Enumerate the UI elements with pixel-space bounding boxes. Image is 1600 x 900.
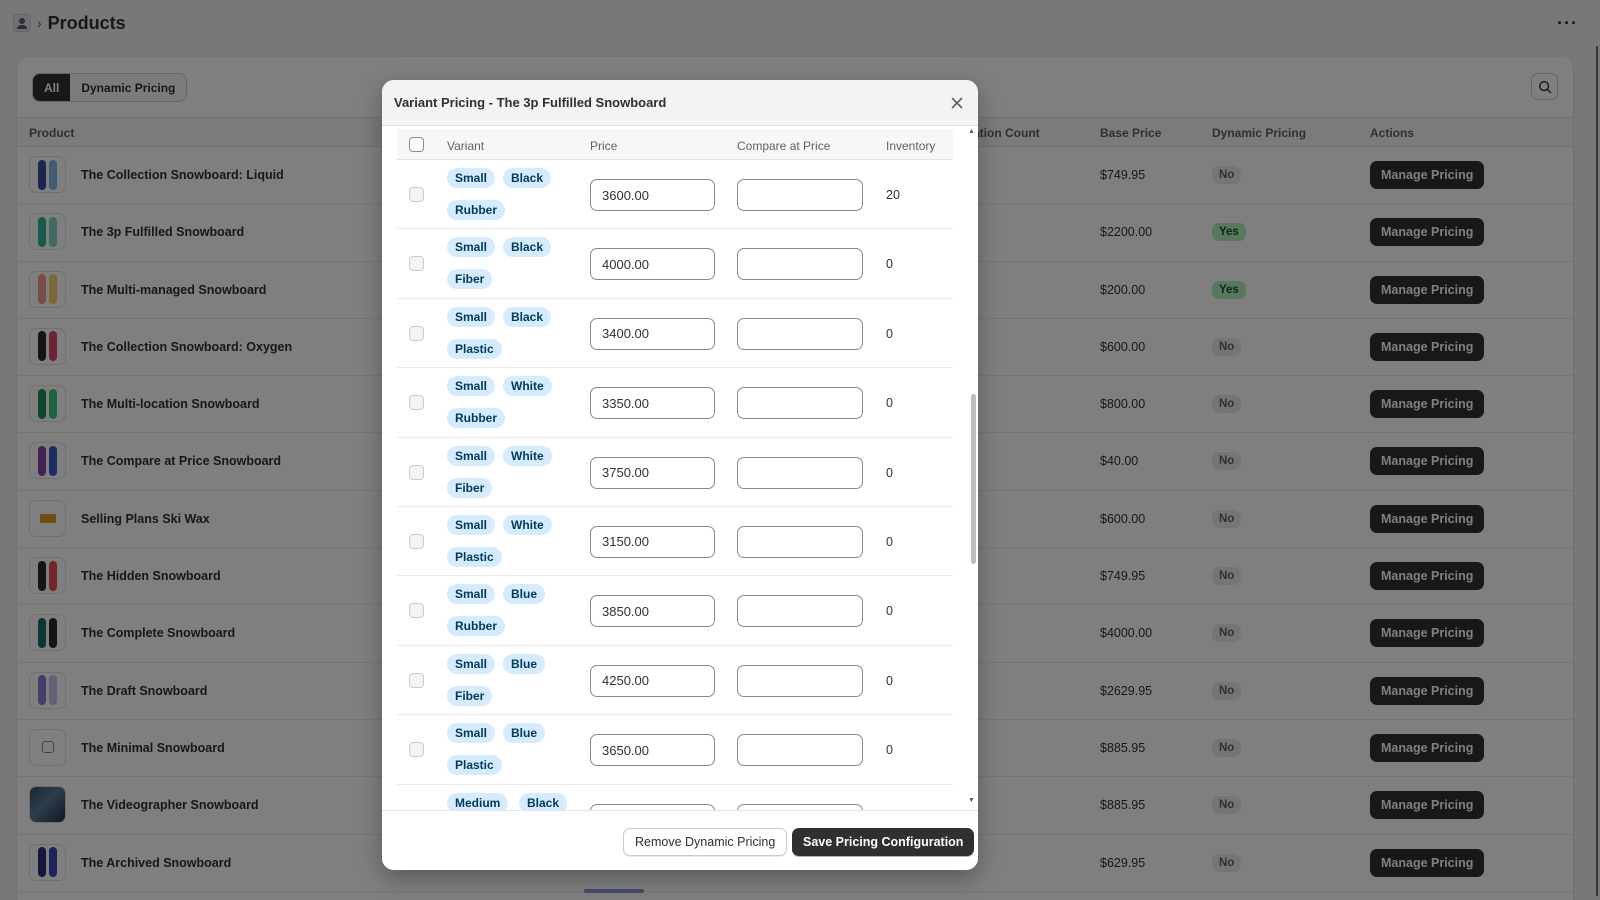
variant-option-tag: Rubber — [447, 200, 505, 220]
scrollbar-thumb[interactable] — [971, 394, 976, 564]
variant-row: Medium Black — [397, 785, 953, 810]
col-price: Price — [590, 139, 618, 153]
variant-option-tag: Fiber — [447, 477, 493, 498]
inventory-count: 0 — [886, 326, 893, 341]
variant-option-tag: Small — [447, 306, 496, 327]
variant-option-tag: White — [503, 445, 552, 466]
variant-row: Small White Rubber 0 — [397, 368, 953, 438]
variant-option-tag: Rubber — [447, 408, 505, 429]
inventory-count: 0 — [886, 534, 893, 549]
variant-option-tag: Black — [503, 237, 552, 258]
close-icon[interactable] — [949, 95, 965, 111]
price-input[interactable] — [590, 525, 715, 558]
compare-at-price-input[interactable] — [737, 248, 863, 281]
variant-row: Small BlackPlastic 0 — [397, 299, 953, 369]
select-all-checkbox[interactable] — [409, 137, 424, 152]
variant-checkbox[interactable] — [409, 325, 424, 341]
variant-option-tag: Small — [447, 376, 496, 397]
inventory-count: 0 — [886, 465, 893, 480]
inventory-count: 0 — [886, 604, 893, 619]
price-input[interactable] — [590, 456, 715, 489]
variant-option-tag: Small — [447, 168, 496, 188]
remove-dynamic-pricing-button[interactable]: Remove Dynamic Pricing — [623, 828, 788, 856]
compare-at-price-input[interactable] — [737, 317, 863, 350]
compare-at-price-input[interactable] — [737, 664, 863, 697]
variant-option-tag: Small — [447, 653, 496, 674]
variant-row: Small Black Rubber 20 — [397, 160, 953, 230]
variant-checkbox[interactable] — [409, 672, 424, 688]
variant-checkbox[interactable] — [409, 603, 424, 619]
modal-body[interactable]: Variant Price Compare at Price Inventory… — [382, 126, 978, 810]
variant-option-tag: Medium — [447, 792, 509, 810]
price-input[interactable] — [590, 179, 715, 211]
variant-checkbox[interactable] — [409, 464, 424, 480]
variant-option-tag: Plastic — [447, 338, 502, 359]
variant-option-tag: Fiber — [447, 269, 493, 290]
inventory-count: 0 — [886, 396, 893, 411]
compare-at-price-input[interactable] — [737, 456, 863, 489]
variant-option-tag: White — [503, 376, 552, 397]
col-compare-at-price: Compare at Price — [737, 139, 831, 153]
inventory-count: 0 — [886, 673, 893, 688]
variant-option-tag: Black — [519, 792, 568, 810]
compare-at-price-input[interactable] — [737, 595, 863, 628]
variant-checkbox[interactable] — [409, 256, 424, 272]
variant-pricing-modal: Variant Pricing - The 3p Fulfilled Snowb… — [382, 80, 978, 870]
variant-option-tag: Small — [447, 445, 496, 466]
variant-option-tag: Fiber — [447, 685, 493, 706]
variant-list: Small Black Rubber 20 Small Black Fiber 0 Small B… — [397, 160, 953, 810]
variant-row: Small White Fiber 0 — [397, 438, 953, 507]
inventory-count: 20 — [886, 188, 900, 202]
modal-title: Variant Pricing - The 3p Fulfilled Snowb… — [394, 95, 667, 110]
variant-option-tag: Small — [447, 584, 496, 605]
variant-row: Small Black Fiber 0 — [397, 229, 953, 299]
variant-option-tag: Plastic — [447, 546, 502, 567]
scroll-down-arrow-icon[interactable]: ▼ — [968, 797, 975, 804]
variant-option-tag: Blue — [503, 653, 546, 674]
variant-row: Small Blue Fiber 0 — [397, 646, 953, 716]
save-pricing-configuration-button[interactable]: Save Pricing Configuration — [792, 828, 975, 856]
compare-at-price-input[interactable] — [737, 525, 863, 558]
variant-option-tag: Black — [503, 168, 552, 188]
variant-table-header: Variant Price Compare at Price Inventory — [397, 129, 953, 160]
variant-option-tag: Small — [447, 237, 496, 258]
price-input[interactable] — [590, 317, 715, 350]
variant-option-tag: Small — [447, 514, 496, 535]
variant-option-tag: Black — [503, 306, 552, 327]
variant-checkbox[interactable] — [409, 533, 424, 549]
price-input[interactable] — [590, 387, 715, 420]
price-input[interactable] — [590, 248, 715, 281]
scroll-up-arrow-icon[interactable]: ▲ — [968, 128, 975, 135]
compare-at-price-input[interactable] — [737, 734, 863, 767]
price-input[interactable] — [590, 664, 715, 697]
variant-option-tag: Blue — [503, 584, 546, 605]
price-input[interactable] — [590, 595, 715, 628]
variant-row: Small Blue Rubber 0 — [397, 576, 953, 646]
col-inventory: Inventory — [886, 139, 936, 153]
variant-option-tag: Rubber — [447, 616, 505, 637]
variant-checkbox[interactable] — [409, 742, 424, 758]
inventory-count: 0 — [886, 743, 893, 758]
modal-footer: Remove Dynamic Pricing Save Pricing Conf… — [382, 810, 978, 870]
variant-option-tag: White — [503, 514, 552, 535]
variant-option-tag: Blue — [503, 723, 546, 744]
compare-at-price-input[interactable] — [737, 387, 863, 420]
variant-row: Small BluePlastic 0 — [397, 715, 953, 785]
variant-row: Small WhitePlastic 0 — [397, 507, 953, 577]
variant-checkbox[interactable] — [409, 395, 424, 411]
col-variant: Variant — [447, 139, 485, 153]
variant-option-tag: Small — [447, 723, 496, 744]
modal-header: Variant Pricing - The 3p Fulfilled Snowb… — [382, 80, 978, 126]
variant-checkbox[interactable] — [409, 187, 424, 202]
price-input[interactable] — [590, 734, 715, 767]
variant-option-tag: Plastic — [447, 755, 502, 776]
compare-at-price-input[interactable] — [737, 179, 863, 211]
inventory-count: 0 — [886, 257, 893, 272]
